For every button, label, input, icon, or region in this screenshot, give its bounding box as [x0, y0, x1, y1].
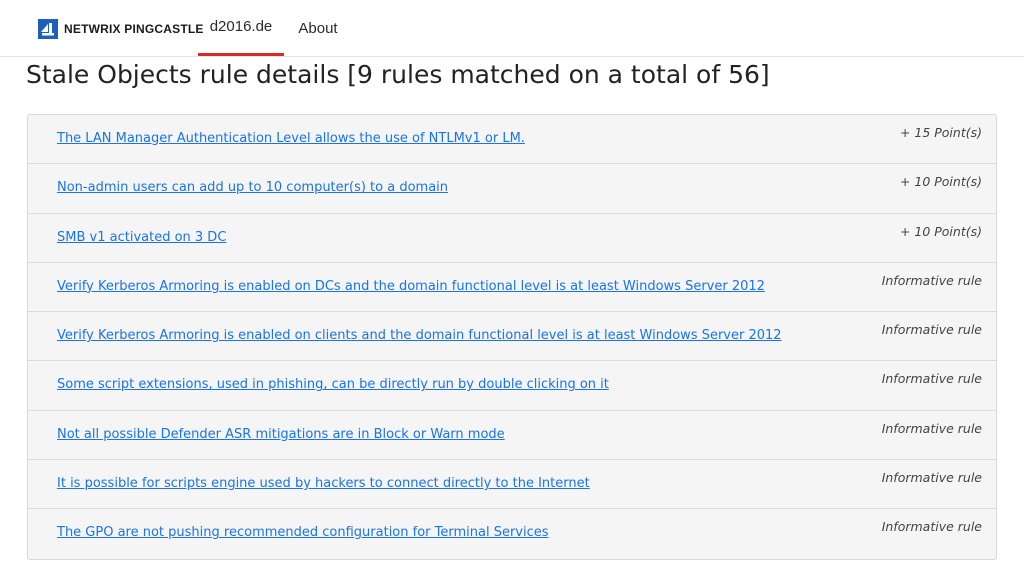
list-item: Verify Kerberos Armoring is enabled on c… — [28, 312, 996, 362]
list-item: SMB v1 activated on 3 DC + 10 Point(s) — [28, 214, 996, 263]
list-item: The GPO are not pushing recommended conf… — [28, 509, 996, 558]
rule-score: Informative rule — [881, 322, 982, 338]
rule-link[interactable]: SMB v1 activated on 3 DC — [57, 230, 226, 245]
list-item: Verify Kerberos Armoring is enabled on D… — [28, 263, 996, 313]
list-item: It is possible for scripts engine used b… — [28, 460, 996, 510]
list-item: Some script extensions, used in phishing… — [28, 361, 996, 411]
tab-domain[interactable]: d2016.de — [198, 0, 284, 56]
rule-link[interactable]: The GPO are not pushing recommended conf… — [57, 525, 549, 540]
rule-score: Informative rule — [881, 371, 982, 387]
rule-score: + 15 Point(s) — [899, 125, 982, 140]
rule-score: + 10 Point(s) — [899, 174, 982, 190]
brand-name: NETWRIX PINGCASTLE — [64, 22, 204, 36]
rule-link[interactable]: It is possible for scripts engine used b… — [57, 476, 590, 491]
rules-list: The LAN Manager Authentication Level all… — [27, 114, 997, 560]
page-title: Stale Objects rule details [9 rules matc… — [26, 60, 770, 89]
pingcastle-logo-icon — [38, 19, 58, 39]
rule-link[interactable]: The LAN Manager Authentication Level all… — [57, 131, 525, 146]
list-item: Non-admin users can add up to 10 compute… — [28, 164, 996, 214]
rule-score: Informative rule — [881, 470, 982, 486]
rule-score: + 10 Point(s) — [899, 223, 982, 239]
rule-link[interactable]: Not all possible Defender ASR mitigation… — [57, 427, 505, 442]
list-item: Not all possible Defender ASR mitigation… — [28, 411, 996, 461]
top-navbar: NETWRIX PINGCASTLE d2016.de About — [0, 0, 1024, 57]
rule-link[interactable]: Non-admin users can add up to 10 compute… — [57, 180, 448, 195]
rule-link[interactable]: Verify Kerberos Armoring is enabled on D… — [57, 279, 765, 294]
rule-score: Informative rule — [881, 519, 982, 535]
tab-about[interactable]: About — [294, 0, 342, 56]
rule-link[interactable]: Verify Kerberos Armoring is enabled on c… — [57, 328, 782, 343]
rule-score: Informative rule — [881, 420, 982, 436]
list-item: The LAN Manager Authentication Level all… — [28, 115, 996, 165]
rule-score: Informative rule — [881, 272, 982, 288]
rule-link[interactable]: Some script extensions, used in phishing… — [57, 377, 609, 392]
brand-logo[interactable]: NETWRIX PINGCASTLE — [38, 18, 204, 40]
